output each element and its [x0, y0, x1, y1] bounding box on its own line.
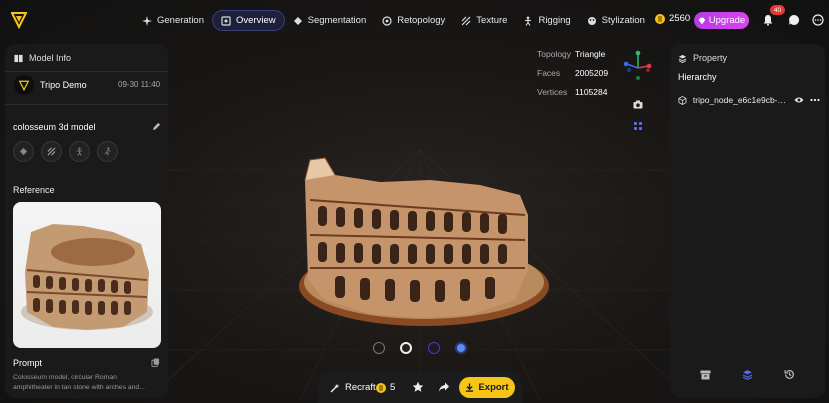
divider — [5, 104, 168, 105]
model-stats: Topology Triangle Faces 2005209 Vertices… — [537, 44, 608, 101]
hierarchy-node-row[interactable]: tripo_node_e6c1e9cb-fa... — [678, 95, 820, 105]
screenshot-button[interactable] — [629, 96, 646, 113]
rigging-icon — [76, 147, 83, 156]
project-name: Tripo Demo — [40, 80, 87, 90]
reference-image[interactable] — [13, 202, 161, 348]
credits-balance[interactable]: 2560 — [655, 13, 690, 24]
prompt-label: Prompt — [13, 358, 43, 368]
grid-toggle-button[interactable] — [629, 117, 646, 134]
colosseum-reference-picture — [21, 224, 153, 330]
rigging-tool-button[interactable] — [69, 141, 90, 162]
retopology-icon — [382, 15, 392, 26]
nav-overview[interactable]: Overview — [212, 10, 285, 31]
property-panel: Property Hierarchy tripo_node_e6c1e9cb-f… — [670, 44, 825, 398]
copy-icon[interactable] — [151, 358, 160, 367]
model-info-panel: Model Info Tripo Demo 09-30 11:40 coloss… — [5, 44, 168, 398]
texture-icon — [461, 16, 471, 25]
stat-faces: Faces 2005209 — [537, 67, 609, 78]
model-tool-row — [13, 141, 118, 162]
hierarchy-label: Hierarchy — [678, 72, 717, 82]
divider — [5, 71, 168, 72]
running-figure-icon — [104, 147, 111, 156]
bottom-action-bar: Recraft 5 Export — [318, 372, 522, 403]
texture-icon — [47, 147, 56, 156]
nav-generation[interactable]: Generation — [134, 10, 212, 31]
stat-vertices: Vertices 1105284 — [537, 86, 608, 97]
axis-gizmo[interactable] — [619, 48, 657, 86]
book-icon — [14, 54, 23, 62]
overview-icon — [221, 15, 231, 26]
recraft-button[interactable]: Recraft — [330, 382, 376, 393]
nav-texture[interactable]: Texture — [453, 10, 515, 31]
main-nav: Generation Overview Segmentation Retopol… — [134, 10, 653, 31]
model-title: colosseum 3d model — [13, 122, 96, 132]
visibility-eye-icon[interactable] — [794, 96, 804, 104]
top-navigation-bar: Generation Overview Segmentation Retopol… — [0, 0, 829, 40]
mode-clay-button[interactable] — [400, 342, 413, 354]
nav-stylization[interactable]: Stylization — [579, 10, 653, 31]
sparkle-icon — [142, 15, 152, 26]
cube-icon — [678, 95, 687, 105]
project-date: 09-30 11:40 — [118, 80, 161, 89]
download-icon — [466, 383, 474, 392]
upgrade-button[interactable]: Upgrade — [694, 12, 749, 29]
texture-tool-button[interactable] — [41, 141, 62, 162]
diamond-icon — [698, 17, 705, 24]
property-bottom-toolbar — [670, 369, 825, 380]
mode-normal-button[interactable] — [427, 342, 440, 354]
grid-icon — [633, 121, 642, 130]
camera-icon — [633, 100, 642, 109]
archive-icon[interactable] — [700, 370, 711, 380]
tripo-logo-icon — [19, 80, 29, 91]
export-button[interactable]: Export — [459, 377, 515, 398]
model-info-header: Model Info — [14, 53, 71, 63]
nav-rigging[interactable]: Rigging — [515, 10, 578, 31]
notification-badge: 40 — [770, 5, 785, 15]
stylization-icon — [587, 16, 596, 25]
animation-tool-button[interactable] — [97, 141, 118, 162]
nav-retopology[interactable]: Retopology — [374, 10, 453, 31]
star-icon[interactable] — [412, 381, 424, 393]
render-mode-switcher — [365, 335, 475, 361]
layers-icon[interactable] — [742, 369, 753, 380]
rigging-icon — [525, 16, 532, 26]
more-options-icon[interactable] — [810, 98, 820, 102]
recraft-cost: 5 — [376, 382, 395, 393]
stat-topology: Topology Triangle — [537, 48, 606, 59]
segmentation-icon — [19, 147, 28, 156]
reference-label: Reference — [13, 185, 55, 195]
more-icon[interactable] — [812, 14, 824, 26]
prompt-text: Colosseum model, circular Roman amphithe… — [13, 374, 145, 391]
segmentation-tool-button[interactable] — [13, 141, 34, 162]
mode-textured-button[interactable] — [455, 342, 468, 354]
tripo-logo-icon[interactable] — [11, 11, 27, 29]
history-icon[interactable] — [784, 369, 795, 380]
edit-pencil-icon[interactable] — [152, 122, 161, 131]
property-header: Property — [678, 53, 727, 63]
chat-icon[interactable] — [788, 14, 800, 26]
layers-icon — [678, 54, 687, 63]
colosseum-model[interactable] — [299, 157, 549, 326]
share-icon[interactable] — [438, 381, 450, 393]
project-avatar — [14, 75, 34, 95]
node-name: tripo_node_e6c1e9cb-fa... — [692, 95, 789, 105]
segmentation-icon — [293, 16, 302, 25]
magic-wand-icon — [330, 383, 340, 392]
mode-wireframe-button[interactable] — [372, 342, 385, 354]
coin-icon — [376, 382, 386, 393]
nav-segmentation[interactable]: Segmentation — [285, 10, 375, 31]
coin-icon — [655, 13, 665, 24]
notification-bell-icon[interactable] — [762, 14, 774, 26]
